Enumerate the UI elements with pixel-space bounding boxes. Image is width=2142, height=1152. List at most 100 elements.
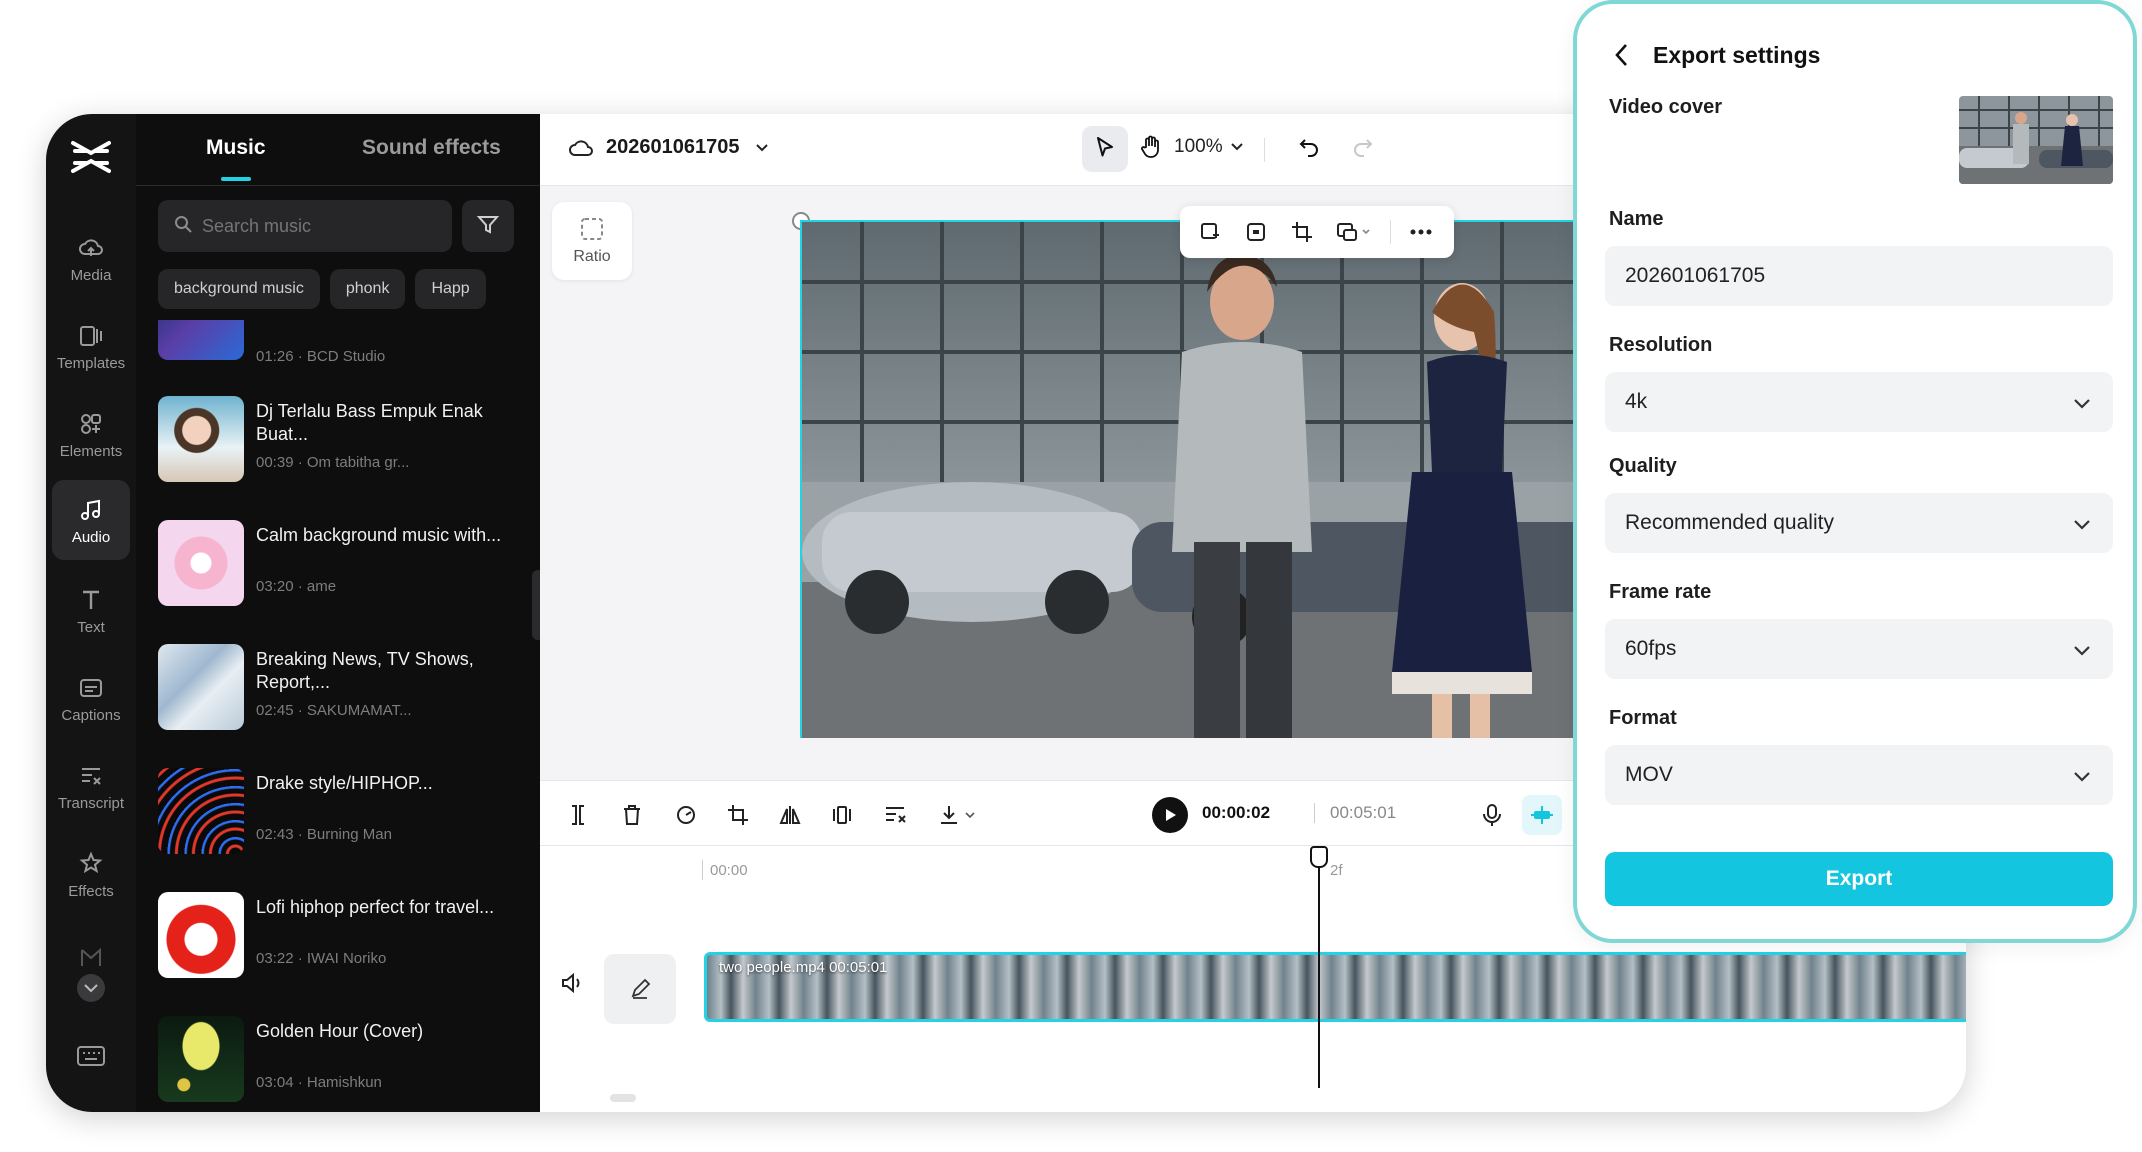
filter-button[interactable] (462, 200, 514, 252)
cover-image (1959, 96, 2113, 184)
undo-button[interactable] (1286, 126, 1332, 172)
microphone-icon[interactable] (1476, 799, 1508, 831)
video-clip[interactable]: two people.mp4 00:05:01 (704, 952, 1966, 1022)
format-value: MOV (1625, 763, 1673, 786)
video-preview[interactable] (800, 220, 1620, 738)
undo-icon (1298, 137, 1320, 162)
list-item[interactable]: Golden Hour (Cover) 03:04 · Hamishkun (158, 1010, 530, 1106)
rail-item-templates[interactable]: Templates (46, 306, 136, 386)
resolution-label: Resolution (1609, 334, 1713, 356)
mirror-icon[interactable] (774, 799, 806, 831)
tab-music[interactable]: Music (206, 136, 266, 160)
export-settings-panel: Export settings Video cover Name 2026010… (1573, 0, 2137, 943)
redo-button[interactable] (1340, 126, 1386, 172)
track-cover (158, 644, 244, 730)
track-cover (158, 892, 244, 978)
track-meta: 03:22 · IWAI Noriko (256, 950, 387, 967)
track-title: Drake style/HIPHOP... (256, 773, 433, 793)
track-title: Dj Terlalu Bass Empuk Enak Buat... (256, 401, 483, 444)
tab-sound-effects[interactable]: Sound effects (362, 136, 501, 160)
list-item[interactable]: Calm background music with... 03:20 · am… (158, 514, 530, 610)
left-rail: Media Templates Elements Audio Text Capt… (46, 114, 136, 1112)
list-item[interactable]: Drake style/HIPHOP... 02:43 · Burning Ma… (158, 762, 530, 858)
scrollbar[interactable] (610, 1094, 636, 1102)
frame-rate-label: Frame rate (1609, 581, 1712, 603)
pointer-icon (1094, 136, 1116, 163)
rail-item-effects[interactable]: Effects (46, 834, 136, 914)
freeze-icon[interactable] (826, 799, 858, 831)
resolution-value: 4k (1625, 390, 1648, 413)
track-cover (158, 1016, 244, 1102)
capcut-logo-icon[interactable] (62, 128, 120, 186)
rail-label: Text (77, 618, 105, 636)
ruler-tick (702, 860, 703, 880)
chevron-down-icon (1230, 143, 1243, 151)
play-button[interactable] (1152, 797, 1188, 833)
music-note-icon (76, 495, 106, 525)
split-icon[interactable] (562, 799, 594, 831)
ratio-button[interactable]: Ratio (552, 202, 632, 280)
download-icon[interactable] (934, 799, 984, 831)
magnet-snap-icon[interactable] (1522, 795, 1562, 835)
project-title[interactable]: 202601061705 (568, 136, 769, 159)
replace-icon[interactable] (1194, 216, 1226, 248)
rail-label: Media (70, 266, 112, 284)
list-item[interactable]: Dj Terlalu Bass Empuk Enak Buat... 00:39… (158, 390, 530, 486)
chip-happy[interactable]: Happ (415, 269, 486, 309)
more-icon[interactable] (1405, 216, 1437, 248)
name-field[interactable]: 202601061705 (1605, 246, 2113, 306)
rail-item-transcript[interactable]: Transcript (46, 746, 136, 826)
chip-phonk[interactable]: phonk (329, 269, 406, 309)
back-button[interactable] (1613, 42, 1629, 73)
track-cover (158, 768, 244, 854)
hand-tool-button[interactable] (1128, 126, 1174, 172)
track-cover (158, 320, 244, 360)
rail-label: Audio (71, 528, 111, 546)
filter-icon (476, 212, 500, 241)
video-cover-thumbnail[interactable] (1959, 96, 2113, 184)
list-item[interactable]: 01:26 · BCD Studio (158, 320, 530, 365)
select-tool-button[interactable] (1082, 126, 1128, 172)
delete-icon[interactable] (616, 799, 648, 831)
quality-label: Quality (1609, 455, 1677, 477)
rail-item-text[interactable]: Text (46, 570, 136, 650)
transcript-tool-icon[interactable] (880, 799, 912, 831)
rail-item-captions[interactable]: Captions (46, 658, 136, 738)
edit-cover-button[interactable] (604, 954, 676, 1024)
playhead[interactable] (1318, 846, 1320, 1088)
panel-tabs: Music Sound effects (136, 114, 540, 186)
rail-item-media[interactable]: Media (46, 218, 136, 298)
track-title: Breaking News, TV Shows, Report,... (256, 649, 474, 692)
track-meta: 01:26 · BCD Studio (256, 348, 386, 365)
keyboard-icon[interactable] (76, 1044, 106, 1073)
current-time: 00:00:02 (1202, 803, 1271, 822)
quality-select[interactable]: Recommended quality (1605, 493, 2113, 553)
resolution-select[interactable]: 4k (1605, 372, 2113, 432)
search-input[interactable] (202, 215, 422, 237)
name-value: 202601061705 (1625, 264, 1766, 287)
zoom-select[interactable]: 100% (1174, 136, 1243, 158)
playhead-handle[interactable] (1310, 846, 1328, 868)
rail-label: Effects (68, 882, 114, 900)
rail-item-elements[interactable]: Elements (46, 394, 136, 474)
ruler-mark: 2f (1330, 862, 1343, 879)
video-frame-image (802, 222, 1620, 738)
canvas-fit-icon[interactable] (1240, 216, 1272, 248)
track-meta: 02:45 · SAKUMAMAT... (256, 702, 412, 719)
speed-icon[interactable] (670, 799, 702, 831)
search-box[interactable] (158, 200, 452, 252)
mask-icon[interactable] (1332, 216, 1376, 248)
ratio-label: Ratio (573, 248, 611, 265)
cloud-icon (76, 233, 106, 263)
export-button[interactable]: Export (1605, 852, 2113, 906)
frame-rate-select[interactable]: 60fps (1605, 619, 2113, 679)
list-item[interactable]: Lofi hiphop perfect for travel... 03:22 … (158, 886, 530, 982)
list-item[interactable]: Breaking News, TV Shows, Report,... 02:4… (158, 638, 530, 734)
rail-item-audio[interactable]: Audio (52, 480, 130, 560)
format-select[interactable]: MOV (1605, 745, 2113, 805)
crop-icon[interactable] (1286, 216, 1318, 248)
chip-background-music[interactable]: background music (158, 269, 320, 309)
crop-tool-icon[interactable] (722, 799, 754, 831)
track-volume-icon[interactable] (560, 972, 584, 999)
more-collapse-icon[interactable] (74, 944, 108, 1009)
